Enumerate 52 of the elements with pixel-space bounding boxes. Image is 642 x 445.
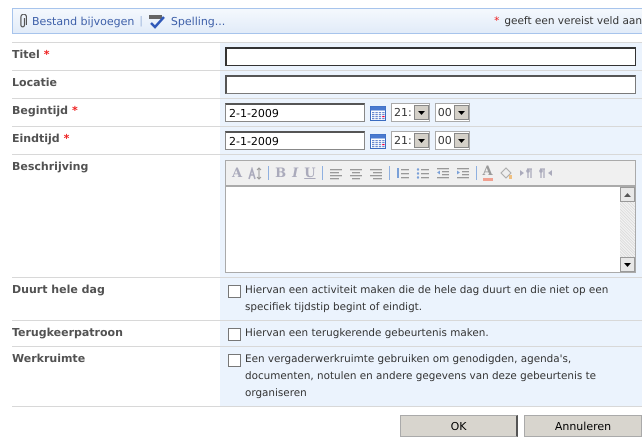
hour-select[interactable]: 21: <box>391 131 430 150</box>
font-size-icon[interactable] <box>248 166 262 180</box>
field-label: Begintijd <box>12 104 68 117</box>
cancel-button[interactable]: Annuleren <box>524 415 642 437</box>
date-field[interactable]: 2-1-2009 <box>225 131 365 150</box>
caret-icon[interactable] <box>458 138 465 142</box>
hour-select[interactable]: 21: <box>391 103 430 122</box>
field-label: Eindtijd <box>12 132 60 145</box>
date-field[interactable]: 2-1-2009 <box>225 103 365 122</box>
field-label: Duurt hele dag <box>12 283 105 296</box>
calendar-icon[interactable] <box>370 104 386 120</box>
caret-icon[interactable] <box>418 138 425 142</box>
text-field[interactable] <box>225 47 636 66</box>
minute-select[interactable]: 00 <box>434 103 470 122</box>
checkbox[interactable] <box>228 285 241 298</box>
required-asterisk: * <box>494 15 500 27</box>
ok-button[interactable]: OK <box>400 415 518 437</box>
checkbox[interactable] <box>228 354 241 367</box>
caret-icon[interactable] <box>418 110 425 114</box>
required-asterisk: * <box>44 48 50 61</box>
required-asterisk: * <box>72 104 78 117</box>
caret-up-icon[interactable] <box>624 192 631 196</box>
field-label: Titel <box>12 48 40 61</box>
field-label: Werkruimte <box>12 352 86 365</box>
minute-select[interactable]: 00 <box>434 131 470 150</box>
text-field[interactable] <box>225 75 636 94</box>
toolbar-separator: | <box>139 15 143 27</box>
caret-icon[interactable] <box>458 110 465 114</box>
paperclip-icon[interactable] <box>19 14 27 28</box>
checkbox-option-text: Hiervan een activiteit maken die de hele dag duurt en die niet op een specifiek tijdstip begint of eindigt. <box>225 282 636 316</box>
checkbox-option-text: Een vergaderwerkruimte gebruiken om genodigden, agenda's, documenten, notulen en andere gegevens van deze gebeurtenis te organiseren <box>225 351 636 402</box>
align-center-icon[interactable] <box>348 166 363 180</box>
calendar-icon[interactable] <box>370 132 386 148</box>
spellcheck-icon[interactable] <box>148 14 166 28</box>
field-label: Beschrijving <box>12 160 88 173</box>
align-right-icon[interactable] <box>368 166 383 180</box>
outdent-icon[interactable] <box>436 166 450 180</box>
scrollbar[interactable] <box>620 187 635 272</box>
caret-icon[interactable] <box>624 262 631 266</box>
indent-icon[interactable] <box>456 166 470 180</box>
description-field[interactable] <box>226 187 635 272</box>
checkbox-option-text: Hiervan een terugkerende gebeurtenis maken. <box>225 325 636 342</box>
field-label: Locatie <box>12 76 57 89</box>
required-asterisk: * <box>64 132 70 145</box>
bullet-list-icon[interactable] <box>416 166 430 180</box>
numbered-list-icon[interactable] <box>396 166 410 180</box>
required-note: geeft een vereist veld aan <box>504 15 642 27</box>
attach-file-link[interactable]: Bestand bijvoegen <box>32 14 134 28</box>
checkbox[interactable] <box>228 328 241 341</box>
spelling-link[interactable]: Spelling... <box>170 14 226 28</box>
align-left-icon[interactable] <box>328 166 343 180</box>
field-label: Terugkeerpatroon <box>12 326 123 339</box>
